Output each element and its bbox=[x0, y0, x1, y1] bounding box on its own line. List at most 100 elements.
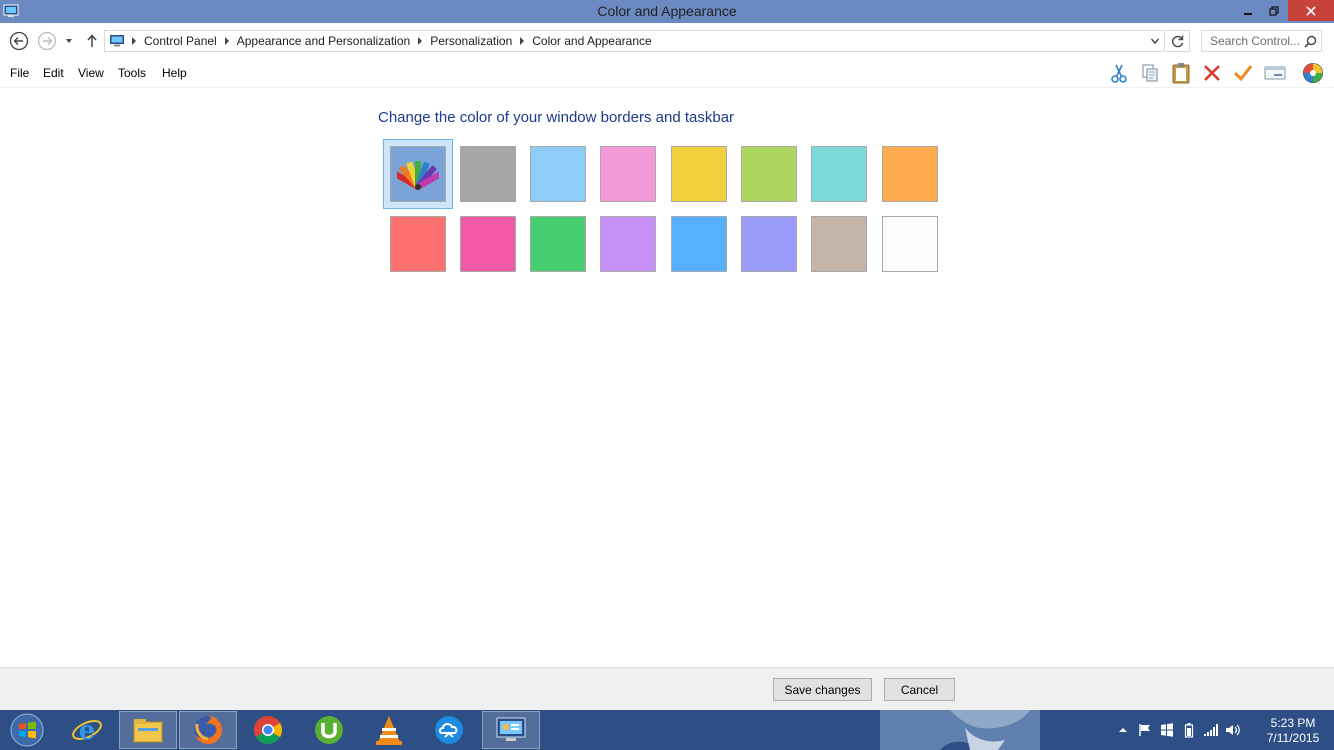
restore-icon bbox=[1269, 5, 1279, 16]
swatch-color bbox=[390, 216, 446, 272]
swatch-color bbox=[600, 146, 656, 202]
swatch-color bbox=[811, 146, 867, 202]
start-button[interactable] bbox=[0, 711, 54, 749]
swatch-automatic[interactable] bbox=[383, 139, 453, 209]
clock[interactable]: 5:23 PM 7/11/2015 bbox=[1260, 716, 1326, 746]
windows-start-icon bbox=[10, 713, 44, 747]
breadcrumb: Control Panel Appearance and Personaliza… bbox=[107, 33, 655, 49]
battery-icon[interactable] bbox=[1178, 722, 1200, 738]
menu-file[interactable]: File bbox=[10, 66, 29, 80]
swatch-taupe[interactable] bbox=[804, 209, 874, 279]
action-center-flag-icon[interactable] bbox=[1134, 723, 1156, 737]
taskbar-vlc[interactable] bbox=[360, 711, 418, 749]
menu-view[interactable]: View bbox=[78, 66, 104, 80]
internet-explorer-icon: e bbox=[72, 716, 102, 746]
color-wheel-icon[interactable] bbox=[1301, 62, 1325, 84]
back-button[interactable] bbox=[9, 31, 29, 51]
swatch-blue[interactable] bbox=[664, 209, 734, 279]
clipboard-icon[interactable] bbox=[1169, 62, 1193, 84]
recent-locations-button[interactable] bbox=[62, 31, 76, 51]
title-bar: Color and Appearance bbox=[0, 0, 1334, 23]
window-title: Color and Appearance bbox=[597, 3, 737, 19]
close-icon bbox=[1306, 5, 1316, 16]
swatch-color bbox=[741, 146, 797, 202]
up-button[interactable] bbox=[82, 31, 102, 51]
taskbar-chrome[interactable] bbox=[239, 711, 297, 749]
svg-text:e: e bbox=[79, 716, 96, 746]
refresh-button[interactable] bbox=[1166, 30, 1190, 52]
breadcrumb-separator-icon[interactable] bbox=[515, 37, 529, 45]
color-fan-icon bbox=[397, 161, 439, 190]
network-signal-icon[interactable] bbox=[1200, 723, 1222, 737]
taskbar-control-panel[interactable] bbox=[482, 711, 540, 749]
swatch-color bbox=[460, 146, 516, 202]
control-panel-icon bbox=[496, 717, 526, 741]
breadcrumb-control-panel[interactable]: Control Panel bbox=[141, 34, 220, 48]
close-button[interactable] bbox=[1288, 0, 1334, 21]
taskbar-firefox[interactable] bbox=[179, 711, 237, 749]
save-changes-button[interactable]: Save changes bbox=[773, 678, 872, 701]
breadcrumb-separator-icon[interactable] bbox=[127, 37, 141, 45]
restore-button[interactable] bbox=[1260, 0, 1288, 21]
taskbar-utorrent[interactable] bbox=[300, 711, 358, 749]
swatch-violet[interactable] bbox=[593, 209, 663, 279]
system-tray bbox=[1112, 710, 1244, 750]
chevron-down-icon bbox=[66, 39, 72, 43]
swatch-color bbox=[671, 146, 727, 202]
swatch-light-blue[interactable] bbox=[523, 139, 593, 209]
address-history-dropdown[interactable] bbox=[1150, 35, 1160, 49]
forward-button[interactable] bbox=[37, 31, 57, 51]
back-arrow-icon bbox=[9, 31, 29, 51]
menu-help[interactable]: Help bbox=[162, 66, 187, 80]
swatch-color bbox=[741, 216, 797, 272]
swatch-color bbox=[460, 216, 516, 272]
breadcrumb-appearance-personalization[interactable]: Appearance and Personalization bbox=[234, 34, 413, 48]
swatch-gray[interactable] bbox=[453, 139, 523, 209]
swatch-teal[interactable] bbox=[804, 139, 874, 209]
swatch-periwinkle[interactable] bbox=[734, 209, 804, 279]
search-placeholder: Search Control... bbox=[1210, 34, 1301, 48]
taskbar-internet-explorer[interactable]: e bbox=[58, 711, 116, 749]
breadcrumb-separator-icon[interactable] bbox=[220, 37, 234, 45]
volume-icon[interactable] bbox=[1222, 723, 1244, 737]
copy-icon[interactable] bbox=[1138, 62, 1162, 84]
menu-tools[interactable]: Tools bbox=[118, 66, 146, 80]
page-heading: Change the color of your window borders … bbox=[378, 109, 735, 126]
refresh-icon bbox=[1171, 35, 1183, 48]
swatch-orange[interactable] bbox=[875, 139, 945, 209]
windows-logo-icon[interactable] bbox=[1156, 723, 1178, 737]
taskbar-cloud-sync[interactable] bbox=[420, 711, 478, 749]
chrome-icon bbox=[254, 716, 282, 744]
computer-icon bbox=[107, 34, 127, 48]
utorrent-icon bbox=[315, 716, 343, 744]
breadcrumb-personalization[interactable]: Personalization bbox=[427, 34, 515, 48]
menu-edit[interactable]: Edit bbox=[43, 66, 64, 80]
search-icon[interactable] bbox=[1304, 35, 1317, 51]
minimize-button[interactable] bbox=[1234, 0, 1262, 21]
scissors-icon[interactable] bbox=[1107, 62, 1131, 84]
window-icon[interactable] bbox=[1263, 62, 1287, 84]
swatch-yellow[interactable] bbox=[664, 139, 734, 209]
delete-x-icon[interactable] bbox=[1200, 62, 1224, 84]
swatch-salmon[interactable] bbox=[383, 209, 453, 279]
show-hidden-icons-button[interactable] bbox=[1112, 727, 1134, 733]
swatch-green[interactable] bbox=[523, 209, 593, 279]
swatch-color bbox=[882, 216, 938, 272]
breadcrumb-color-appearance[interactable]: Color and Appearance bbox=[529, 34, 654, 48]
chevron-down-icon bbox=[1150, 38, 1160, 45]
address-bar-row: Control Panel Appearance and Personaliza… bbox=[0, 23, 1334, 58]
up-arrow-icon bbox=[87, 34, 97, 47]
swatch-lime[interactable] bbox=[734, 139, 804, 209]
swatch-pink[interactable] bbox=[593, 139, 663, 209]
forward-arrow-icon bbox=[37, 31, 57, 51]
swatch-hot-pink[interactable] bbox=[453, 209, 523, 279]
search-input[interactable]: Search Control... bbox=[1201, 30, 1322, 52]
taskbar-file-explorer[interactable] bbox=[119, 711, 177, 749]
breadcrumb-separator-icon[interactable] bbox=[413, 37, 427, 45]
swatch-color bbox=[530, 146, 586, 202]
swatch-color bbox=[882, 146, 938, 202]
checkmark-icon[interactable] bbox=[1231, 62, 1255, 84]
address-field[interactable]: Control Panel Appearance and Personaliza… bbox=[104, 30, 1165, 52]
swatch-white[interactable] bbox=[875, 209, 945, 279]
cancel-button[interactable]: Cancel bbox=[884, 678, 955, 701]
